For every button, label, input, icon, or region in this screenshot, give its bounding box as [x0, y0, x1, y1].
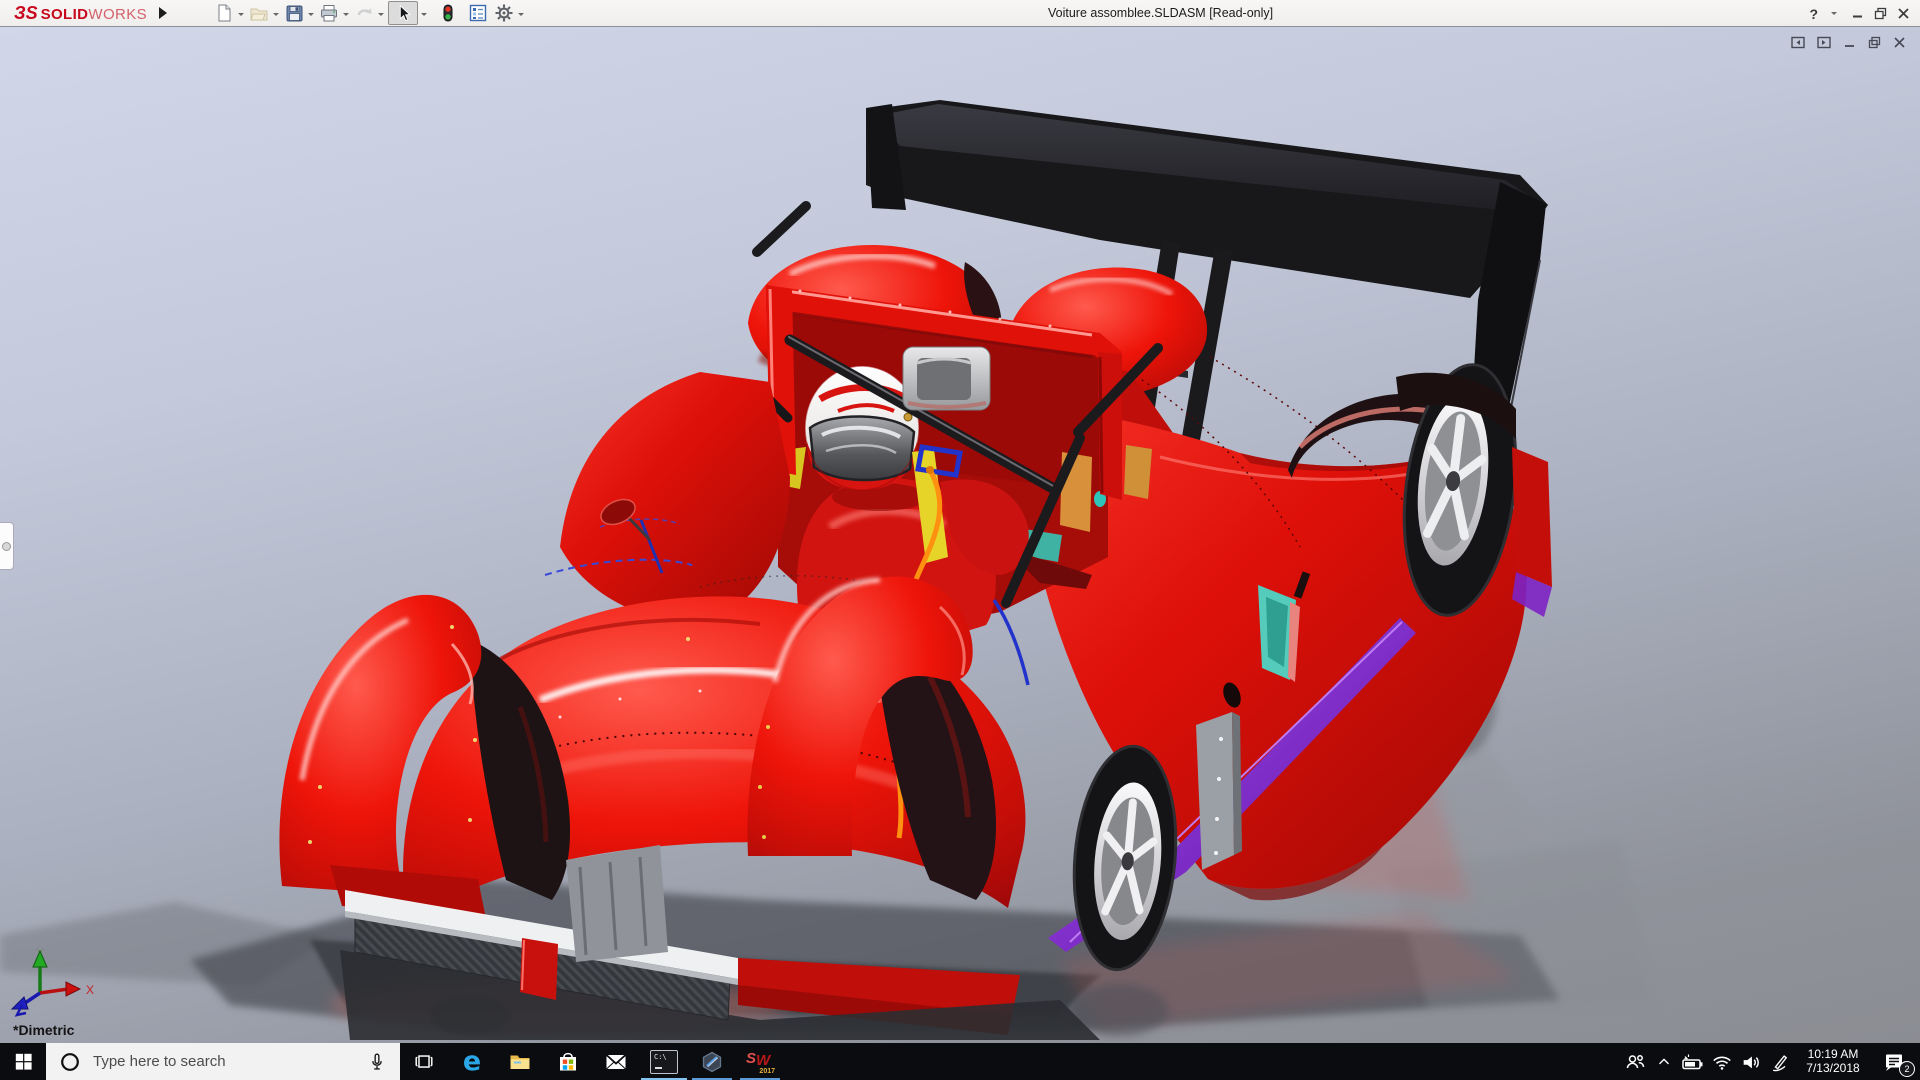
store-icon — [560, 1052, 576, 1070]
new-document-icon[interactable] — [213, 2, 235, 24]
undo-dropdown-caret[interactable] — [378, 12, 385, 19]
document-window-controls — [1791, 36, 1906, 49]
system-tray: 10:19 AM 7/13/2018 2 — [1620, 1043, 1920, 1080]
help-button[interactable]: ? — [1809, 6, 1818, 22]
pane-tab-grip-icon — [2, 541, 11, 551]
clock-time: 10:19 AM — [1807, 1047, 1859, 1061]
minimize-button[interactable] — [1851, 7, 1864, 20]
volume-status[interactable] — [1736, 1043, 1765, 1080]
action-center-button[interactable]: 2 — [1872, 1043, 1916, 1080]
quick-access-toolbar — [213, 1, 528, 25]
people-button[interactable] — [1620, 1043, 1649, 1080]
restore-button[interactable] — [1874, 7, 1887, 20]
help-dropdown-caret[interactable] — [1831, 11, 1837, 18]
solidworks-logo: ЗS SOLID WORKS — [14, 3, 147, 24]
axis-x-label: X — [86, 983, 94, 997]
windows-taskbar: Type here to search e C:\ S W 2017 10:19… — [0, 1043, 1920, 1080]
taskbar-command-prompt[interactable]: C:\ — [640, 1043, 688, 1080]
rebuild-traffic-light-icon[interactable] — [437, 2, 459, 24]
doc-restore-button[interactable] — [1868, 36, 1881, 49]
speaker-icon — [1743, 1056, 1759, 1068]
menu-flyout-arrow-icon[interactable] — [159, 7, 173, 19]
taskbar-file-explorer[interactable] — [496, 1043, 544, 1080]
race-car-model[interactable] — [0, 27, 1920, 1043]
command-prompt-icon: C:\ — [650, 1049, 678, 1074]
new-dropdown-caret[interactable] — [238, 12, 245, 19]
graphics-viewport[interactable]: Y X *Dimetric — [0, 27, 1920, 1043]
search-placeholder: Type here to search — [93, 1053, 226, 1070]
dock-pane-right-icon[interactable] — [1817, 36, 1831, 49]
battery-status[interactable] — [1678, 1043, 1707, 1080]
doc-minimize-button[interactable] — [1843, 36, 1856, 49]
task-view-button[interactable] — [400, 1043, 448, 1080]
brand-solid: SOLID — [40, 5, 89, 23]
cortana-icon — [61, 1052, 79, 1071]
collapsed-task-pane-tab[interactable] — [0, 522, 14, 570]
view-orientation-label: *Dimetric — [13, 1022, 75, 1038]
microphone-icon[interactable] — [366, 1051, 388, 1073]
taskbar-edge[interactable]: e — [448, 1043, 496, 1080]
left-flank[interactable] — [560, 372, 790, 621]
ds-logo-icon: ЗS — [14, 2, 38, 23]
wifi-icon — [1712, 1056, 1731, 1070]
display-settings-icon[interactable] — [467, 2, 489, 24]
task-view-icon — [415, 1054, 433, 1068]
tray-overflow-button[interactable] — [1649, 1043, 1678, 1080]
pen-icon — [1772, 1054, 1787, 1071]
dock-pane-left-icon[interactable] — [1791, 36, 1805, 49]
select-cursor-icon — [399, 4, 412, 22]
blue-cable — [992, 598, 1030, 686]
save-dropdown-caret[interactable] — [308, 12, 315, 19]
brand-works: WORKS — [88, 5, 148, 23]
taskbar-edrawings[interactable] — [688, 1043, 736, 1080]
windows-ink[interactable] — [1765, 1043, 1794, 1080]
windows-logo-icon — [15, 1053, 32, 1070]
clock-date: 7/13/2018 — [1806, 1060, 1860, 1075]
close-button[interactable] — [1897, 7, 1910, 20]
x-axis-arrow-icon — [65, 981, 82, 997]
air-intake-box[interactable] — [902, 346, 991, 411]
start-button[interactable] — [0, 1043, 46, 1080]
chevron-up-icon — [1658, 1057, 1669, 1064]
print-dropdown-caret[interactable] — [343, 12, 350, 19]
titlebar: ЗS SOLID WORKS Voiture assomblee.SLDASM … — [0, 0, 1920, 27]
file-explorer-icon — [510, 1055, 530, 1069]
notification-badge: 2 — [1899, 1061, 1915, 1077]
print-icon[interactable] — [318, 2, 340, 24]
battery-icon — [1681, 1054, 1702, 1069]
search-input[interactable]: Type here to search — [46, 1043, 400, 1080]
gray-side-panel — [1196, 712, 1234, 870]
taskbar-store[interactable] — [544, 1043, 592, 1080]
select-tool-button[interactable] — [388, 1, 419, 25]
edrawings-hexagon-icon — [702, 1051, 722, 1072]
clock[interactable]: 10:19 AM 7/13/2018 — [1794, 1043, 1872, 1080]
undo-icon[interactable] — [353, 2, 375, 24]
doc-close-button[interactable] — [1893, 36, 1906, 49]
save-icon[interactable] — [283, 2, 305, 24]
orientation-triad: Y X — [10, 946, 94, 1017]
mail-icon — [605, 1053, 627, 1069]
options-dropdown-caret[interactable] — [518, 12, 525, 19]
options-gear-icon[interactable] — [493, 2, 515, 24]
taskbar-solidworks[interactable]: S W 2017 — [736, 1043, 784, 1080]
edge-icon: e — [462, 1046, 482, 1077]
open-dropdown-caret[interactable] — [273, 12, 280, 19]
open-icon[interactable] — [248, 2, 270, 24]
solidworks-2017-icon: S W 2017 — [746, 1049, 775, 1075]
grille-divider — [520, 938, 558, 1000]
window-title: Voiture assomblee.SLDASM [Read-only] — [1048, 6, 1274, 20]
window-controls: ? — [1809, 0, 1910, 27]
network-status[interactable] — [1707, 1043, 1736, 1080]
taskbar-mail[interactable] — [592, 1043, 640, 1080]
select-dropdown-caret[interactable] — [421, 12, 428, 19]
people-icon — [1626, 1054, 1644, 1068]
